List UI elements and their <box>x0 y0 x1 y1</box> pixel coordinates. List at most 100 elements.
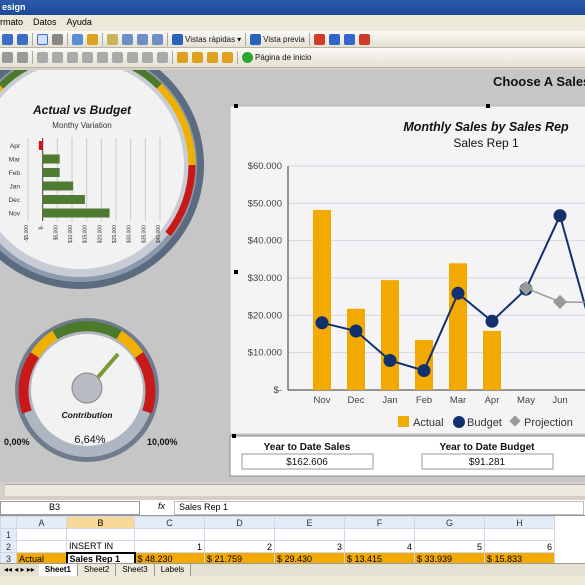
cell[interactable]: 2 <box>204 540 275 553</box>
cell[interactable]: 4 <box>344 540 415 553</box>
tab-sheet3[interactable]: Sheet3 <box>116 564 155 576</box>
column-header[interactable]: D <box>204 516 275 529</box>
cell[interactable] <box>66 528 135 541</box>
snap-icon[interactable] <box>17 52 28 63</box>
tab-sheet1[interactable]: Sheet1 <box>38 564 78 576</box>
menu-datos[interactable]: Datos <box>33 17 57 31</box>
resize-icon[interactable] <box>152 33 163 45</box>
bring-front-icon[interactable] <box>122 33 133 45</box>
hbar-x-tick: $20,000 <box>97 225 103 243</box>
column-header[interactable]: C <box>134 516 205 529</box>
redo-icon[interactable] <box>17 33 28 45</box>
cell[interactable] <box>16 540 67 553</box>
sheet-table: ABCDEFGH 1 2 INSERT IN 1 2 3 4 5 6 3 Actual Sales R… <box>0 516 555 566</box>
x-tick-label: Jan <box>382 395 397 406</box>
fx-icon[interactable]: fx <box>158 501 165 511</box>
cell[interactable] <box>204 528 275 541</box>
order-icon[interactable] <box>222 52 233 63</box>
variation-bar <box>42 168 60 177</box>
variation-bar <box>42 208 110 218</box>
menu-ayuda[interactable]: Ayuda <box>67 17 92 31</box>
tool-blue-icon[interactable] <box>328 33 340 45</box>
object-icon[interactable] <box>72 33 83 45</box>
paste-format-icon[interactable] <box>192 52 203 63</box>
cell[interactable]: 5 <box>414 540 485 553</box>
cell[interactable]: INSERT IN <box>66 540 135 553</box>
x-tick-label: May <box>517 395 535 406</box>
preview-icon <box>250 33 262 45</box>
group-icon[interactable] <box>87 33 98 45</box>
menu-formato[interactable]: rmato <box>0 17 23 31</box>
grid-icon[interactable] <box>2 52 13 63</box>
hbar-category-label: Jan <box>10 184 21 191</box>
tab-labels[interactable]: Labels <box>154 564 192 576</box>
align-middle-icon[interactable] <box>97 52 108 63</box>
legend-projection: Projection <box>524 417 573 429</box>
horizontal-scrollbar[interactable] <box>5 484 585 496</box>
column-header[interactable]: F <box>344 516 415 529</box>
choose-title: Choose A Sales <box>493 74 585 89</box>
cell[interactable] <box>134 528 205 541</box>
vista-previa-button[interactable]: Vista previa <box>250 33 305 45</box>
tab-sheet2[interactable]: Sheet2 <box>78 564 117 576</box>
column-header[interactable]: E <box>274 516 345 529</box>
space-icon[interactable] <box>142 52 153 63</box>
crosshair-icon[interactable] <box>52 33 63 45</box>
hbar-x-tick: $10,000 <box>68 225 74 243</box>
column-header[interactable]: H <box>484 516 555 529</box>
budget-point <box>349 324 363 338</box>
send-back-icon[interactable] <box>137 33 148 45</box>
cell[interactable] <box>414 528 485 541</box>
cell[interactable] <box>484 528 555 541</box>
row-header[interactable]: 2 <box>0 540 17 553</box>
tool-red2-icon[interactable] <box>358 33 370 45</box>
cell[interactable] <box>344 528 415 541</box>
budget-point <box>315 316 329 330</box>
row-header[interactable]: 1 <box>0 528 17 541</box>
cell[interactable]: 3 <box>274 540 345 553</box>
menu-bar: rmato Datos Ayuda <box>0 15 585 31</box>
undo-icon[interactable] <box>2 33 13 45</box>
align-bottom-icon[interactable] <box>112 52 123 63</box>
hbar-x-tick: $35,000 <box>141 225 147 243</box>
name-box[interactable]: B3 <box>0 501 140 515</box>
spreadsheet-grid: ABCDEFGH 1 2 INSERT IN 1 2 3 4 5 6 3 Actual Sales R… <box>0 516 585 566</box>
align-top-icon[interactable] <box>82 52 93 63</box>
column-header[interactable]: G <box>414 516 485 529</box>
tool-blue2-icon[interactable] <box>343 33 355 45</box>
column-header[interactable]: B <box>66 516 135 529</box>
budget-point <box>383 354 397 368</box>
cell[interactable]: 6 <box>484 540 555 553</box>
align-right-icon[interactable] <box>67 52 78 63</box>
vistas-rapidas-button[interactable]: Vistas rápidas ▾ <box>172 33 241 45</box>
hbar-category-label: Apr <box>10 143 21 150</box>
status-bar <box>0 576 585 585</box>
home-icon <box>242 52 253 63</box>
legend-budget: Budget <box>467 417 502 429</box>
layer-icon[interactable] <box>207 52 218 63</box>
same-size-icon[interactable] <box>157 52 168 63</box>
align-center-icon[interactable] <box>52 52 63 63</box>
pointer-icon[interactable] <box>37 33 48 45</box>
tab-nav-icon[interactable]: ◂◂ ◂ ▸ ▸▸ <box>0 564 39 576</box>
align-icon[interactable] <box>107 33 118 45</box>
y-tick-label: $20.000 <box>248 310 282 321</box>
y-tick-label: $- <box>274 385 282 396</box>
formula-input[interactable]: Sales Rep 1 <box>174 501 584 515</box>
hbar-category-label: Dec <box>8 197 20 204</box>
distribute-icon[interactable] <box>127 52 138 63</box>
cell[interactable]: 1 <box>134 540 205 553</box>
copy-format-icon[interactable] <box>177 52 188 63</box>
align-left-icon[interactable] <box>37 52 48 63</box>
tool-red-icon[interactable] <box>313 33 325 45</box>
home-page-button[interactable]: Página de inicio <box>242 52 311 63</box>
budget-point <box>553 209 567 223</box>
hbar-x-tick: $5,000 <box>53 225 59 241</box>
hbar-x-tick: $25,000 <box>112 225 118 243</box>
column-header[interactable]: A <box>16 516 67 529</box>
contribution-gauge: Contribution 6,64% 0,00% 10,00% <box>4 318 178 462</box>
cell[interactable] <box>274 528 345 541</box>
cell[interactable] <box>16 528 67 541</box>
toolbar-layout: Página de inicio <box>0 48 585 68</box>
contribution-label: Contribution <box>62 410 113 420</box>
